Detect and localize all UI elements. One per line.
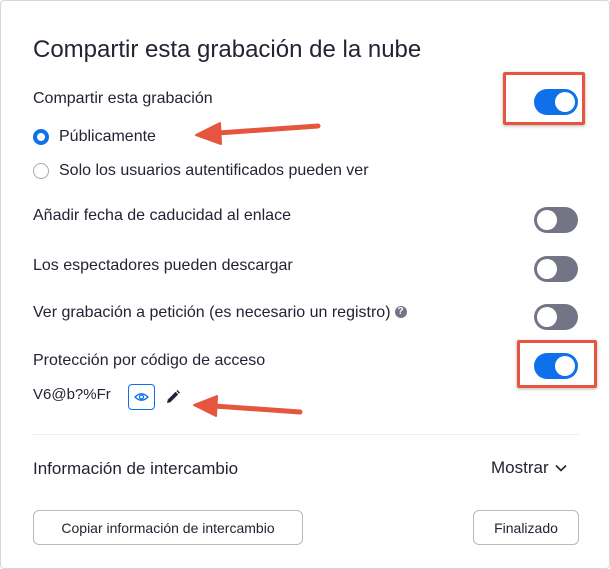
radio-option-authenticated[interactable]: Solo los usuarios autentificados pueden … [33,162,369,180]
copy-share-info-button[interactable]: Copiar información de intercambio [33,510,303,545]
annotation-arrow-icon [195,122,321,145]
passcode-value: V6@b?%Fr [33,386,111,403]
annotation-highlight-box [517,340,597,388]
passcode-protection-label: Protección por código de acceso [33,352,266,369]
expiry-date-toggle[interactable] [534,207,578,233]
show-passcode-button[interactable] [128,384,155,410]
radio-label-authenticated: Solo los usuarios autentificados pueden … [59,162,369,179]
radio-unselected-icon[interactable] [33,163,49,179]
radio-label-public: Públicamente [59,128,156,145]
eye-icon [134,393,149,401]
annotation-arrow-icon [193,395,303,417]
radio-selected-icon[interactable] [33,129,49,145]
expiry-date-label: Añadir fecha de caducidad al enlace [33,207,291,224]
annotation-highlight-box [503,72,585,125]
show-share-info-button[interactable]: Mostrar [491,458,567,478]
share-recording-label: Compartir esta grabación [33,90,213,107]
pencil-icon[interactable] [164,388,182,406]
radio-option-public[interactable]: Públicamente [33,128,156,146]
viewers-download-toggle[interactable] [534,256,578,282]
done-button[interactable]: Finalizado [473,510,579,545]
chevron-down-icon [555,464,567,472]
on-demand-label: Ver grabación a petición (es necesario u… [33,304,407,322]
section-divider [33,434,579,435]
on-demand-label-text: Ver grabación a petición (es necesario u… [33,304,391,321]
share-info-label: Información de intercambio [33,459,239,478]
on-demand-toggle[interactable] [534,304,578,330]
dialog-title: Compartir esta grabación de la nube [33,36,422,63]
viewers-download-label: Los espectadores pueden descargar [33,257,293,274]
show-share-info-label: Mostrar [491,458,549,477]
question-circle-icon[interactable]: ? [394,305,407,318]
